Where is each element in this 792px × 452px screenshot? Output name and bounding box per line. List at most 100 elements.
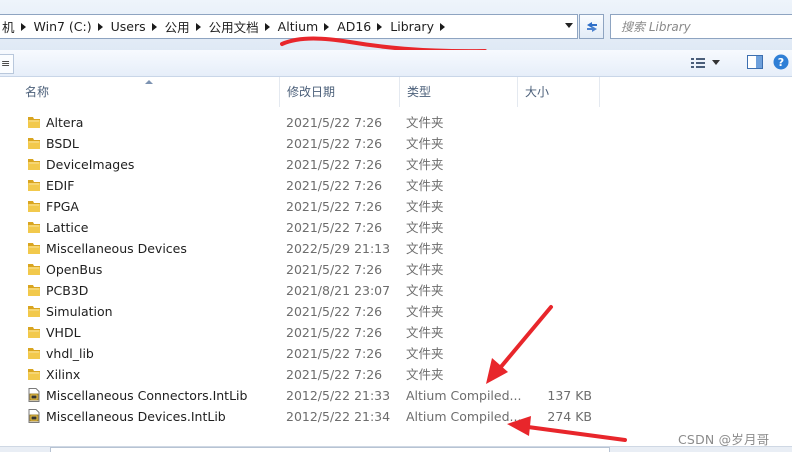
file-name: DeviceImages [46, 157, 135, 172]
breadcrumb-item[interactable]: Win7 (C:) [30, 15, 107, 38]
file-size [518, 196, 592, 217]
file-size [518, 364, 592, 385]
file-row[interactable]: Altera 2021/5/22 7:26 文件夹 [18, 112, 792, 133]
intlib-file-icon [26, 387, 42, 408]
breadcrumb-chevron-icon[interactable] [264, 22, 270, 31]
file-date: 2021/5/22 7:26 [286, 157, 383, 172]
file-date: 2021/5/22 7:26 [286, 115, 383, 130]
file-row[interactable]: OpenBus 2021/5/22 7:26 文件夹 [18, 259, 792, 280]
folder-icon [26, 156, 42, 177]
file-type: 文件夹 [406, 367, 444, 382]
breadcrumb-chevron-icon[interactable] [195, 22, 201, 31]
breadcrumb-item[interactable]: 机 [0, 15, 30, 38]
file-type: 文件夹 [406, 115, 444, 130]
file-size: 137 KB [547, 388, 592, 403]
file-size [518, 322, 592, 343]
folder-icon [26, 135, 42, 156]
chevron-down-icon [712, 60, 720, 65]
folder-icon [26, 303, 42, 324]
search-box[interactable] [610, 14, 792, 39]
file-size [518, 343, 592, 364]
organize-button[interactable]: ≡ [0, 54, 14, 74]
file-row[interactable]: DeviceImages 2021/5/22 7:26 文件夹 [18, 154, 792, 175]
file-size [518, 259, 592, 280]
file-date: 2012/5/22 21:34 [286, 409, 391, 424]
folder-icon [26, 261, 42, 282]
column-header-type[interactable]: 类型 [400, 77, 518, 107]
help-button[interactable]: ? [772, 53, 790, 71]
file-date: 2012/5/22 21:33 [286, 388, 391, 403]
file-row[interactable]: Lattice 2021/5/22 7:26 文件夹 [18, 217, 792, 238]
file-date: 2021/5/22 7:26 [286, 136, 383, 151]
refresh-button[interactable] [579, 14, 604, 39]
file-type: 文件夹 [406, 283, 444, 298]
file-row[interactable]: Simulation 2021/5/22 7:26 文件夹 [18, 301, 792, 322]
file-date: 2021/5/22 7:26 [286, 178, 383, 193]
preview-pane-button[interactable] [746, 53, 764, 71]
file-row[interactable]: FPGA 2021/5/22 7:26 文件夹 [18, 196, 792, 217]
file-date: 2022/5/29 21:13 [286, 241, 391, 256]
file-row[interactable]: vhdl_lib 2021/5/22 7:26 文件夹 [18, 343, 792, 364]
column-header-size[interactable]: 大小 [518, 77, 600, 107]
folder-icon [26, 177, 42, 198]
preview-pane-icon [747, 55, 763, 69]
file-name: VHDL [46, 325, 81, 340]
file-row[interactable]: Xilinx 2021/5/22 7:26 文件夹 [18, 364, 792, 385]
breadcrumb-chevron-icon[interactable] [20, 22, 26, 31]
file-name: Miscellaneous Devices.IntLib [46, 409, 226, 424]
file-type: 文件夹 [406, 241, 444, 256]
file-type: 文件夹 [406, 157, 444, 172]
file-type: Altium Compiled... [406, 388, 522, 403]
breadcrumb-chevron-icon[interactable] [439, 22, 445, 31]
file-name: Simulation [46, 304, 113, 319]
address-history-dropdown-icon[interactable] [565, 23, 573, 28]
file-row[interactable]: PCB3D 2021/8/21 23:07 文件夹 [18, 280, 792, 301]
breadcrumb-item[interactable]: 公用文档 [205, 15, 274, 38]
breadcrumb-chevron-icon[interactable] [97, 22, 103, 31]
file-name: Miscellaneous Connectors.IntLib [46, 388, 248, 403]
file-date: 2021/8/21 23:07 [286, 283, 391, 298]
folder-icon [26, 198, 42, 219]
breadcrumb-item[interactable]: Users [107, 15, 161, 38]
breadcrumb-item[interactable]: 公用 [161, 15, 205, 38]
file-name: Xilinx [46, 367, 81, 382]
command-toolbar: ≡ ? [0, 50, 792, 77]
file-size [518, 280, 592, 301]
file-list: Altera 2021/5/22 7:26 文件夹 BSDL 2021/5/22 7:2… [18, 112, 792, 427]
file-size [518, 238, 592, 259]
column-header-date-label: 修改日期 [287, 85, 336, 99]
file-name: Miscellaneous Devices [46, 241, 187, 256]
file-type: Altium Compiled... [406, 409, 522, 424]
change-view-button[interactable] [690, 54, 730, 72]
file-row[interactable]: VHDL 2021/5/22 7:26 文件夹 [18, 322, 792, 343]
folder-icon [26, 114, 42, 135]
file-row[interactable]: Miscellaneous Devices.IntLib 2012/5/22 21… [18, 406, 792, 427]
file-size [518, 175, 592, 196]
file-date: 2021/5/22 7:26 [286, 367, 383, 382]
file-date: 2021/5/22 7:26 [286, 304, 383, 319]
file-row[interactable]: BSDL 2021/5/22 7:26 文件夹 [18, 133, 792, 154]
breadcrumb-label: Altium [277, 19, 319, 34]
search-input[interactable] [621, 19, 791, 34]
folder-icon [26, 324, 42, 345]
breadcrumb-chevron-icon[interactable] [324, 22, 330, 31]
breadcrumb-label: 机 [2, 20, 15, 35]
column-header-type-label: 类型 [407, 85, 432, 99]
breadcrumb-chevron-icon[interactable] [151, 22, 157, 31]
breadcrumb-label: Users [110, 19, 146, 34]
file-date: 2021/5/22 7:26 [286, 199, 383, 214]
breadcrumb-chevron-icon[interactable] [377, 22, 383, 31]
file-type: 文件夹 [406, 262, 444, 277]
details-view-icon [691, 58, 705, 68]
file-row[interactable]: Miscellaneous Devices 2022/5/29 21:13 文件夹 [18, 238, 792, 259]
file-type: 文件夹 [406, 136, 444, 151]
folder-icon [26, 366, 42, 387]
column-header-date[interactable]: 修改日期 [280, 77, 400, 107]
address-bar-row: 机 Win7 (C:) Users 公用 公用文档 Altium AD16 Library [0, 0, 792, 54]
help-icon: ? [773, 54, 789, 70]
breadcrumb-label: Win7 (C:) [33, 19, 92, 34]
file-row[interactable]: EDIF 2021/5/22 7:26 文件夹 [18, 175, 792, 196]
file-size [518, 154, 592, 175]
breadcrumb-label: Library [390, 19, 434, 34]
file-row[interactable]: Miscellaneous Connectors.IntLib 2012/5/22… [18, 385, 792, 406]
